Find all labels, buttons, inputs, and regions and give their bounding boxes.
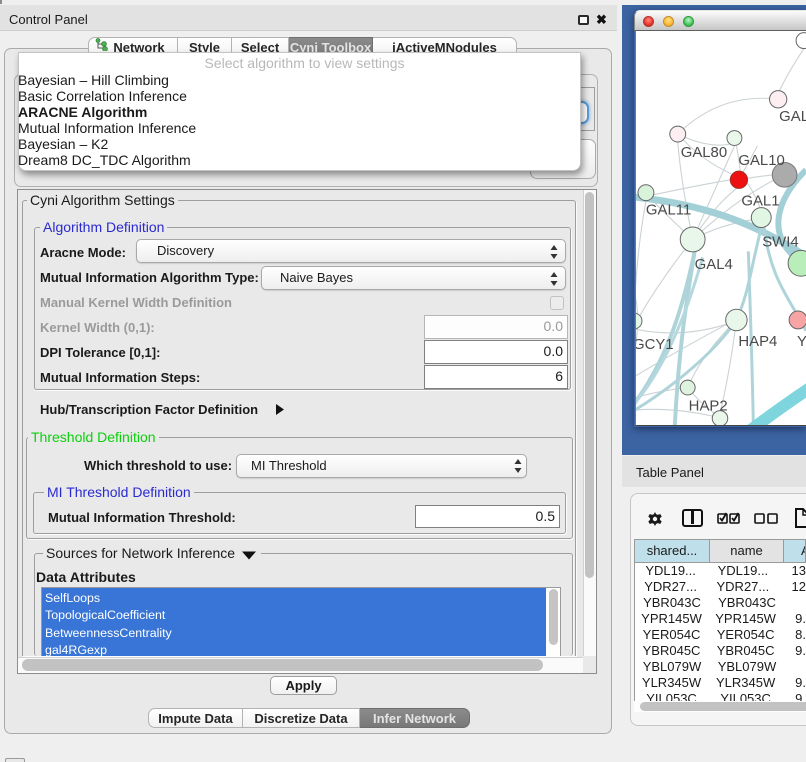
svg-text:HAP4: HAP4: [738, 334, 777, 350]
svg-text:GAL7: GAL7: [779, 109, 806, 125]
svg-text:SWI4: SWI4: [762, 234, 798, 250]
svg-text:Y: Y: [797, 334, 806, 350]
svg-text:GCY1: GCY1: [635, 337, 674, 353]
svg-text:GAL80: GAL80: [681, 145, 727, 161]
svg-text:GAL10: GAL10: [738, 153, 784, 169]
svg-text:GAL1: GAL1: [741, 194, 779, 210]
svg-text:GAL11: GAL11: [646, 203, 691, 219]
svg-text:GAL4: GAL4: [695, 257, 733, 273]
svg-text:HAP2: HAP2: [689, 398, 728, 414]
